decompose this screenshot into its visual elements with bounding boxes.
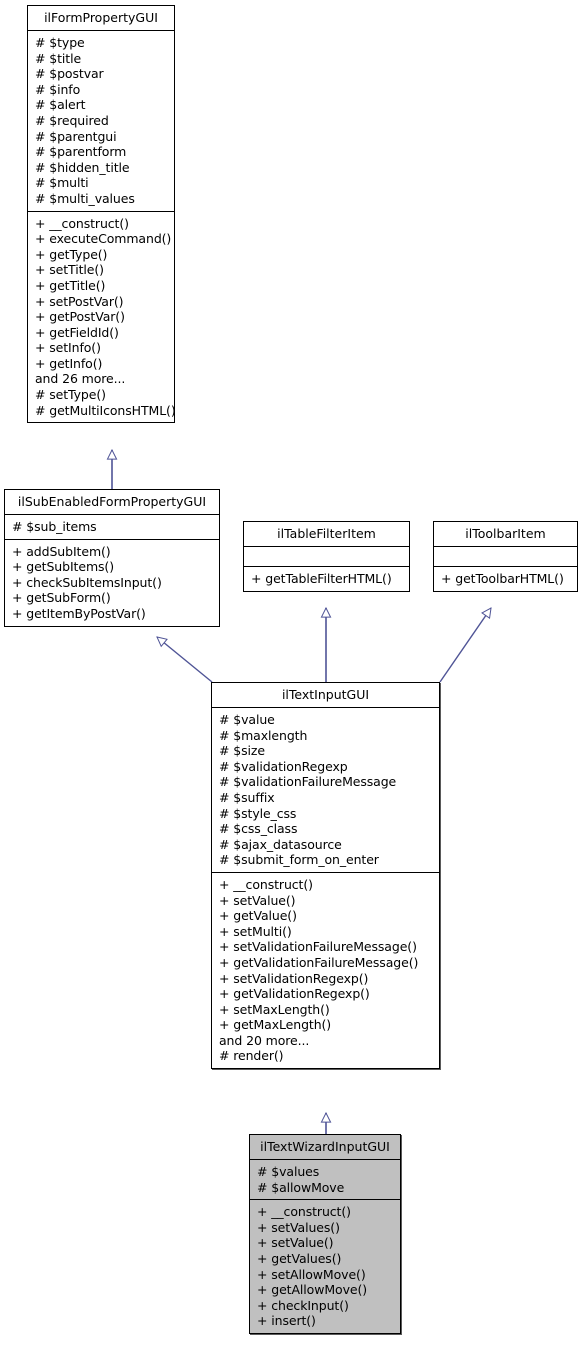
class-member-row: # setType() [35,387,106,403]
edge-textinput-to-toolbaritem [439,608,491,683]
methods-compartment: + __construct() + setValue() + getValue() +… [212,873,439,1068]
class-title: ilSubEnabledFormPropertyGUI [5,490,219,515]
class-member-row: # getMultiIconsHTML() [35,402,176,418]
attributes-compartment: # $values # $allowMove [250,1160,400,1201]
class-member-row: + checkSubItemsInput() [12,574,162,590]
class-member-row: # $values [257,1164,320,1179]
class-member-row: # render() [219,1048,284,1064]
methods-compartment: + getTableFilterHTML() [244,567,409,591]
class-member-row: # $multi_values [35,190,135,206]
class-member-row: # $css_class [219,821,298,837]
class-title: ilTextInputGUI [212,683,439,708]
class-member-row: + getMaxLength() [219,1017,332,1033]
class-member-row: # $title [35,50,82,66]
class-member-row: and 20 more... [219,1032,310,1048]
class-title: ilTableFilterItem [244,522,409,547]
class-member-row: # $validationRegexp [219,758,348,774]
class-member-row: # $value [219,712,275,727]
class-member-row: + getToolbarHTML() [441,571,564,586]
class-member-row: + setMaxLength() [219,1001,330,1017]
class-member-row: + getFieldId() [35,324,119,340]
class-member-row: # $required [35,112,109,128]
class-member-row: # $type [35,35,85,50]
methods-compartment: + __construct() + executeCommand() + getTy… [28,212,176,423]
class-member-row: and 26 more... [35,371,126,387]
class-box-ilFormPropertyGUI[interactable]: ilFormPropertyGUI # $type # $title # $post… [27,5,176,424]
class-member-row: + setPostVar() [35,293,124,309]
class-member-row: + getSubForm() [12,590,111,606]
class-member-row: + setInfo() [35,340,101,356]
class-member-row: + __construct() [257,1204,351,1220]
attributes-compartment [434,547,577,567]
class-member-row: # $suffix [219,789,275,805]
class-member-row: # $parentgui [35,128,117,144]
class-member-row: # $maxlength [219,727,308,743]
class-member-row: + checkInput() [257,1297,349,1313]
methods-compartment: + addSubItem() + getSubItems() + checkSubI… [5,540,219,626]
class-member-row: + setValidationRegexp() [219,970,369,986]
class-member-row: # $hidden_title [35,159,130,175]
class-title: ilFormPropertyGUI [28,6,174,31]
class-member-row: + addSubItem() [12,543,111,559]
edge-textinput-to-subenabled [157,637,213,683]
class-member-row: # $alert [35,97,86,113]
class-member-row: + getType() [35,246,108,262]
class-box-ilTextWizardInputGUI[interactable]: ilTextWizardInputGUI # $values # $allowMo… [249,1134,401,1334]
class-member-row: + setTitle() [35,262,104,278]
attributes-compartment: # $type # $title # $postvar # $info # $alert… [28,31,174,212]
class-member-row: + getTitle() [35,277,106,293]
class-title: ilToolbarItem [434,522,577,547]
class-member-row: + getItemByPostVar() [12,605,146,621]
class-member-row: # $validationFailureMessage [219,774,397,790]
class-member-row: # $info [35,81,81,97]
class-member-row: + setValue() [219,892,296,908]
class-member-row: + setValidationFailureMessage() [219,939,417,955]
class-member-row: # $allowMove [257,1179,345,1195]
class-member-row: + insert() [257,1313,316,1329]
class-title: ilTextWizardInputGUI [250,1135,400,1160]
attributes-compartment: # $value # $maxlength # $size # $validation… [212,708,439,873]
class-member-row: + __construct() [35,215,129,231]
class-box-ilSubEnabledFormPropertyGUI[interactable]: ilSubEnabledFormPropertyGUI # $sub_items… [4,489,220,627]
class-member-row: + getPostVar() [35,309,125,325]
class-box-ilTextInputGUI[interactable]: ilTextInputGUI # $value # $maxlength # $si… [211,682,440,1070]
class-member-row: + getValidationFailureMessage() [219,954,419,970]
class-member-row: # $parentform [35,144,127,160]
class-member-row: + getAllowMove() [257,1282,368,1298]
attributes-compartment [244,547,409,567]
class-member-row: + getValues() [257,1250,342,1266]
class-box-ilToolbarItem[interactable]: ilToolbarItem + getToolbarHTML() [433,521,578,592]
class-member-row: + setMulti() [219,923,292,939]
class-member-row: # $size [219,743,265,759]
class-member-row: + getValue() [219,908,297,924]
class-member-row: # $style_css [219,805,297,821]
uml-class-diagram: ilFormPropertyGUI --> ilSubEnabledFormPr… [0,0,584,1349]
class-member-row: # $ajax_datasource [219,836,342,852]
class-member-row: + setValues() [257,1219,340,1235]
methods-compartment: + getToolbarHTML() [434,567,577,591]
class-member-row: + getValidationRegexp() [219,986,370,1002]
class-member-row: + __construct() [219,876,313,892]
class-member-row: # $multi [35,175,89,191]
class-member-row: # $postvar [35,66,104,82]
class-box-ilTableFilterItem[interactable]: ilTableFilterItem + getTableFilterHTML() [243,521,410,592]
attributes-compartment: # $sub_items [5,515,219,540]
class-member-row: + setAllowMove() [257,1266,366,1282]
class-member-row: + executeCommand() [35,231,172,247]
class-member-row: + getSubItems() [12,559,114,575]
class-member-row: # $submit_form_on_enter [219,852,379,868]
methods-compartment: + __construct() + setValues() + setValue()… [250,1200,400,1333]
class-member-row: # $sub_items [12,519,97,534]
class-member-row: + getInfo() [35,355,103,371]
class-member-row: + setValue() [257,1235,334,1251]
class-member-row: + getTableFilterHTML() [251,571,392,586]
